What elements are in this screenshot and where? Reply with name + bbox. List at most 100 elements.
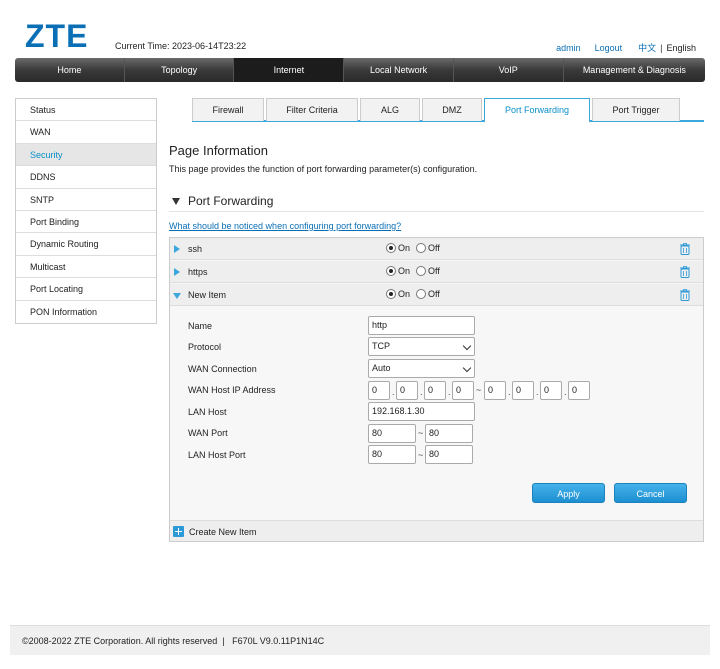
lan-port-start-input[interactable]: 80 — [368, 445, 416, 464]
tab-port-forwarding[interactable]: Port Forwarding — [484, 98, 590, 123]
radio-off[interactable] — [416, 243, 427, 253]
radio-off[interactable] — [416, 266, 427, 276]
footer-text: ©2008-2022 ZTE Corporation. All rights r… — [22, 636, 325, 646]
collapse-icon[interactable] — [173, 293, 181, 299]
wan-connection-select[interactable]: Auto — [368, 359, 475, 378]
sidebar-item-wan[interactable]: WAN — [16, 121, 156, 144]
wan-port-end-input[interactable]: 80 — [425, 424, 473, 443]
name-input[interactable]: http — [368, 316, 475, 335]
label-name: Name — [188, 321, 213, 331]
sidebar-item-port-locating[interactable]: Port Locating — [16, 278, 156, 301]
label-lan-host: LAN Host — [188, 407, 227, 417]
sidebar: Status WAN Security DDNS SNTP Port Bindi… — [15, 98, 157, 324]
sidebar-item-port-binding[interactable]: Port Binding — [16, 210, 156, 234]
radio-off-label: Off — [428, 243, 440, 253]
sidebar-item-multicast[interactable]: Multicast — [16, 255, 156, 279]
wan-port-start-input[interactable]: 80 — [368, 424, 416, 443]
wan-ip-end-octet-3[interactable]: 0 — [540, 381, 562, 400]
apply-button[interactable]: Apply — [532, 483, 605, 503]
rule-name: https — [188, 267, 208, 277]
logout-link[interactable]: Logout — [595, 43, 623, 53]
radio-on-label: On — [398, 243, 411, 253]
nav-topology[interactable]: Topology — [125, 58, 235, 82]
lan-host-input[interactable]: 192.168.1.30 — [368, 402, 475, 421]
cancel-button[interactable]: Cancel — [614, 483, 687, 503]
security-tabs: Firewall Filter Criteria ALG DMZ Port Fo… — [192, 98, 704, 123]
section-header[interactable]: Port Forwarding — [172, 194, 273, 208]
lang-separator: | — [660, 42, 663, 53]
wan-ip-start-octet-1[interactable]: 0 — [368, 381, 390, 400]
wan-ip-start-octet-4[interactable]: 0 — [452, 381, 474, 400]
current-time-value: 2023-06-14T23:22 — [172, 41, 247, 51]
rule-edit-form: Name http Protocol TCP WAN Connection Au… — [170, 307, 703, 520]
expand-icon[interactable] — [174, 268, 180, 276]
radio-off-label: Off — [428, 266, 440, 276]
trash-icon[interactable] — [680, 266, 690, 278]
sidebar-item-pon-information[interactable]: PON Information — [16, 300, 156, 323]
wan-ip-end-octet-4[interactable]: 0 — [568, 381, 590, 400]
footer: ©2008-2022 ZTE Corporation. All rights r… — [10, 625, 710, 655]
current-time-label: Current Time: — [115, 41, 170, 51]
nav-local-network[interactable]: Local Network — [344, 58, 454, 82]
radio-on[interactable] — [386, 266, 396, 276]
radio-on[interactable] — [386, 289, 396, 299]
ip-dot: . — [420, 387, 423, 397]
tab-port-trigger[interactable]: Port Trigger — [592, 98, 680, 121]
chevron-down-icon — [462, 363, 472, 373]
zte-logo: ZTE — [25, 18, 89, 54]
current-time: Current Time: 2023-06-14T23:22 — [115, 41, 246, 51]
tab-dmz[interactable]: DMZ — [422, 98, 482, 121]
range-separator: ~ — [418, 450, 424, 460]
user-link[interactable]: admin — [556, 43, 581, 53]
rule-row-new-item[interactable]: New Item On Off — [170, 284, 703, 306]
page-title: Page Information — [169, 143, 269, 158]
wan-ip-end-octet-1[interactable]: 0 — [484, 381, 506, 400]
section-divider — [169, 211, 704, 212]
nav-internet[interactable]: Internet — [234, 58, 345, 82]
expand-icon[interactable] — [174, 245, 180, 253]
radio-off-label: Off — [428, 289, 440, 299]
protocol-select[interactable]: TCP — [368, 337, 475, 356]
lang-english-link[interactable]: English — [666, 43, 696, 53]
sidebar-item-sntp[interactable]: SNTP — [16, 188, 156, 211]
label-lan-host-port: LAN Host Port — [188, 450, 246, 460]
chevron-down-icon — [462, 341, 472, 351]
create-new-item-row[interactable]: Create New Item — [170, 520, 703, 541]
sidebar-item-ddns[interactable]: DDNS — [16, 166, 156, 189]
sidebar-item-status[interactable]: Status — [16, 99, 156, 122]
wan-ip-end-octet-2[interactable]: 0 — [512, 381, 534, 400]
radio-on-label: On — [398, 289, 411, 299]
ip-dot: . — [536, 387, 539, 397]
radio-on[interactable] — [386, 243, 396, 253]
trash-icon[interactable] — [680, 289, 690, 301]
rule-row-ssh[interactable]: ssh On Off — [170, 238, 703, 260]
nav-management-diagnosis[interactable]: Management & Diagnosis — [564, 58, 705, 82]
trash-icon[interactable] — [680, 243, 690, 255]
sidebar-item-security[interactable]: Security — [16, 143, 156, 167]
radio-off[interactable] — [416, 289, 427, 299]
rule-enable-toggle: On Off — [386, 289, 446, 299]
rule-name: New Item — [188, 290, 227, 300]
rule-enable-toggle: On Off — [386, 243, 446, 253]
collapse-icon — [172, 197, 180, 205]
tab-firewall[interactable]: Firewall — [192, 98, 264, 121]
label-protocol: Protocol — [188, 342, 222, 352]
wan-ip-start-octet-2[interactable]: 0 — [396, 381, 418, 400]
tab-filter-criteria[interactable]: Filter Criteria — [266, 98, 358, 121]
wan-ip-start-octet-3[interactable]: 0 — [424, 381, 446, 400]
nav-voip[interactable]: VoIP — [454, 58, 564, 82]
lang-chinese-link[interactable]: 中文 — [638, 41, 656, 54]
create-new-item-label: Create New Item — [189, 527, 257, 537]
header: ZTE Current Time: 2023-06-14T23:22 admin… — [0, 0, 720, 58]
sidebar-item-dynamic-routing[interactable]: Dynamic Routing — [16, 233, 156, 256]
tab-alg[interactable]: ALG — [360, 98, 420, 121]
notice-link[interactable]: What should be noticed when configuring … — [169, 221, 401, 231]
rule-row-https[interactable]: https On Off — [170, 261, 703, 283]
wan-connection-value: Auto — [372, 363, 391, 373]
plus-icon[interactable] — [173, 526, 184, 537]
lan-port-end-input[interactable]: 80 — [425, 445, 473, 464]
page-description: This page provides the function of port … — [169, 164, 478, 174]
nav-home[interactable]: Home — [15, 58, 125, 82]
ip-dot: . — [392, 387, 395, 397]
label-wan-host-ip: WAN Host IP Address — [188, 385, 276, 395]
